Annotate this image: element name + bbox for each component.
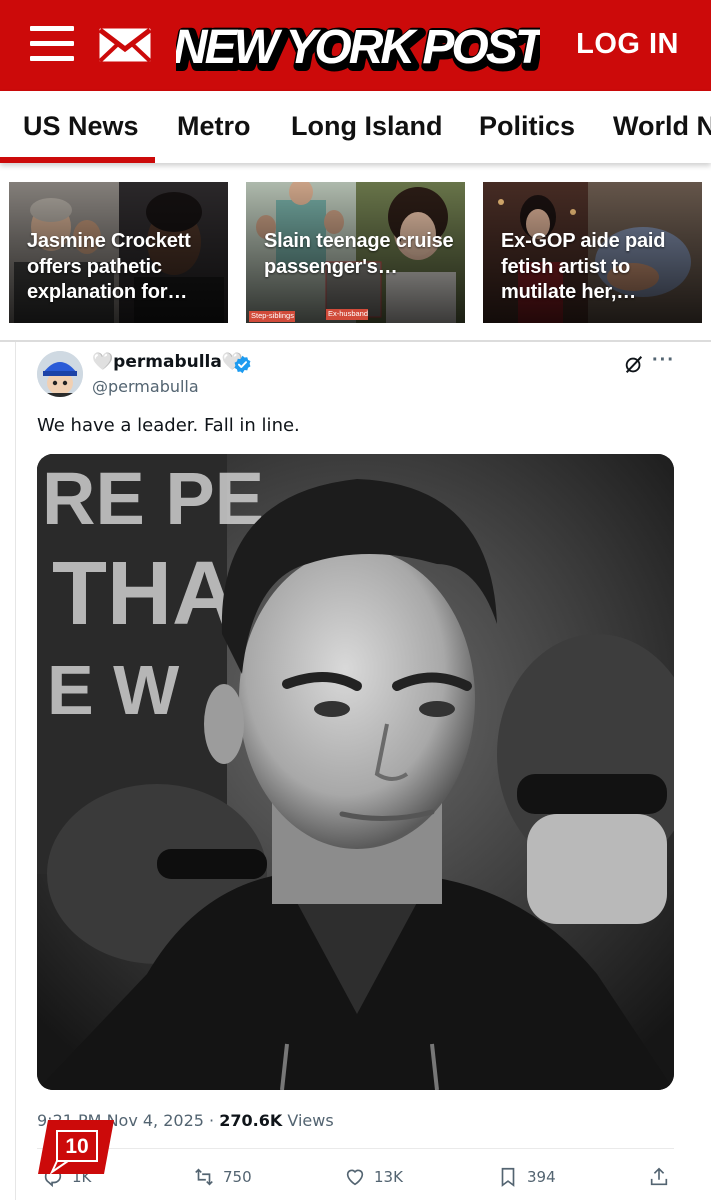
comment-count: 10 [65, 1135, 89, 1158]
tweet-date[interactable]: Nov 4, 2025 [107, 1111, 204, 1130]
repost-button[interactable]: 750 [193, 1163, 252, 1191]
nav-item-world-news[interactable]: World N [613, 111, 711, 142]
display-name[interactable]: 🤍permabulla🤍 [92, 352, 244, 373]
logo-text: NEW YORK POST [176, 21, 540, 74]
story-title: Slain teenage cruise passenger's… [264, 230, 454, 278]
sign-text-line-1: RE PE [42, 457, 264, 540]
login-button[interactable]: LOG IN [576, 28, 679, 61]
meta-separator: · [209, 1111, 215, 1130]
like-count: 13K [374, 1168, 403, 1186]
photo-tag-ex-husband: Ex-husband [328, 309, 369, 318]
white-heart-icon: 🤍 [92, 352, 114, 373]
story-card-1[interactable]: Jasmine Crockett offers pathetic explana… [9, 182, 228, 323]
story-card-2[interactable]: Step-siblings Ex-husband Slain teenage c… [246, 182, 465, 323]
repost-count: 750 [223, 1168, 252, 1186]
avatar[interactable] [37, 351, 83, 397]
tweet-text: We have a leader. Fall in line. [37, 415, 300, 436]
display-name-text: permabulla [113, 352, 222, 372]
sign-text-line-2: THA [52, 544, 237, 644]
sign-text-line-3: E W [47, 651, 179, 729]
bookmark-icon [501, 1167, 515, 1187]
menu-icon[interactable] [30, 26, 74, 62]
verified-badge-icon [234, 355, 251, 374]
top-header: NEW YORK POST NEW YORK POST LOG IN [0, 0, 711, 91]
story-card-3[interactable]: Ex-GOP aide paid fetish artist to mutila… [483, 182, 702, 323]
more-options-icon[interactable]: ··· [652, 349, 675, 372]
bookmark-count: 394 [527, 1168, 556, 1186]
new-york-post-logo[interactable]: NEW YORK POST NEW YORK POST [176, 14, 540, 74]
photo-tag-step-siblings: Step-siblings [251, 311, 294, 320]
nav-item-long-island[interactable]: Long Island [291, 111, 443, 142]
portrait-image: RE PE THA E W [37, 454, 674, 1090]
nav-item-metro[interactable]: Metro [177, 111, 251, 142]
bookmark-button[interactable]: 394 [497, 1163, 556, 1191]
views-label: Views [287, 1111, 334, 1130]
meta-divider [37, 1148, 674, 1149]
grok-icon[interactable] [623, 354, 645, 376]
section-nav: US News Metro Long Island Politics World… [0, 91, 711, 163]
repost-icon [195, 1168, 213, 1186]
user-handle[interactable]: @permabulla [92, 377, 199, 396]
share-icon [650, 1167, 668, 1186]
nav-item-politics[interactable]: Politics [479, 111, 575, 142]
heart-icon [346, 1169, 364, 1186]
active-tab-indicator [0, 157, 155, 163]
tweet-photo[interactable]: RE PE THA E W [37, 454, 674, 1090]
share-button[interactable] [648, 1163, 670, 1191]
mail-icon[interactable] [98, 27, 152, 63]
story-title: Jasmine Crockett offers pathetic explana… [27, 230, 191, 303]
nav-item-us-news[interactable]: US News [23, 111, 139, 142]
views-count: 270.6K [219, 1111, 283, 1130]
story-title: Ex-GOP aide paid fetish artist to mutila… [501, 230, 666, 303]
like-button[interactable]: 13K [344, 1163, 403, 1191]
